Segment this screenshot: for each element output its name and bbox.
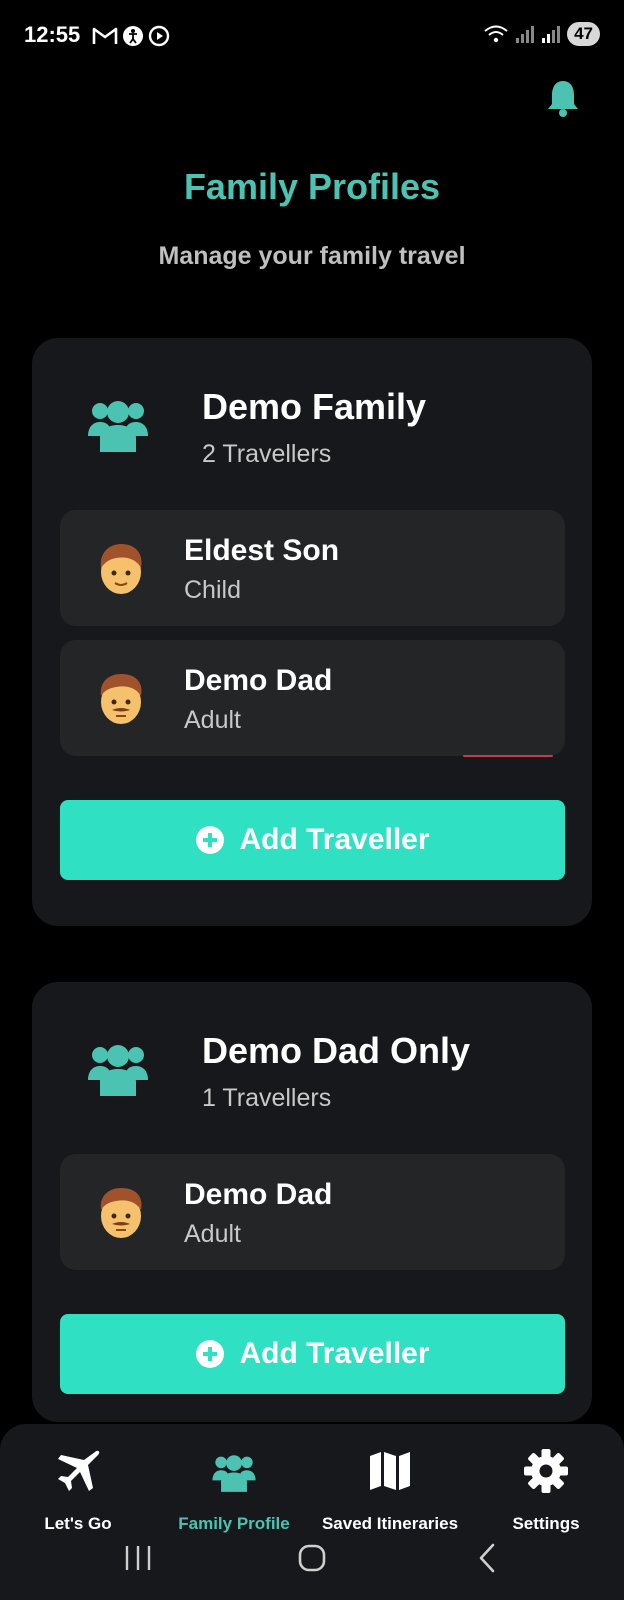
status-notification-icons xyxy=(92,25,170,47)
member-name: Eldest Son xyxy=(184,534,340,567)
plus-circle-icon xyxy=(196,1340,225,1368)
bottom-nav: Let's Go Family Profile Saved Itinerarie… xyxy=(0,1424,624,1600)
family-name: Demo Family xyxy=(202,386,427,427)
add-traveller-button[interactable]: Add Traveller xyxy=(60,800,565,880)
signal-icon xyxy=(516,26,535,43)
home-icon[interactable] xyxy=(292,1538,332,1578)
family-card: Demo Dad Only 1 Travellers Demo Dad Adul… xyxy=(32,982,592,1422)
users-icon xyxy=(88,401,148,452)
users-icon xyxy=(212,1455,256,1492)
member-name: Demo Dad xyxy=(184,1178,333,1211)
add-traveller-button[interactable]: Add Traveller xyxy=(60,1314,565,1394)
bell-icon[interactable] xyxy=(544,78,582,118)
member-row[interactable]: Demo Dad Adult xyxy=(60,1154,565,1270)
family-card: Demo Family 2 Travellers Eldest Son Chil… xyxy=(32,338,592,926)
boy-avatar-icon xyxy=(100,544,142,594)
family-name: Demo Dad Only xyxy=(202,1030,471,1071)
traveller-count: 1 Travellers xyxy=(202,1084,332,1112)
system-nav-bar xyxy=(0,1530,624,1590)
member-row[interactable]: Eldest Son Child xyxy=(60,510,565,626)
member-row-accent xyxy=(463,755,553,757)
back-icon[interactable] xyxy=(468,1538,508,1578)
add-traveller-label: Add Traveller xyxy=(239,823,430,856)
member-role: Adult xyxy=(184,1220,241,1248)
page-subtitle: Manage your family travel xyxy=(158,242,466,270)
gmail-icon xyxy=(92,27,118,44)
page-title: Family Profiles xyxy=(183,166,441,207)
plane-icon xyxy=(58,1450,100,1491)
traveller-count: 2 Travellers xyxy=(202,440,332,468)
man-avatar-icon xyxy=(100,1188,142,1238)
recent-apps-icon[interactable] xyxy=(118,1538,158,1578)
wifi-icon xyxy=(484,25,508,43)
accessibility-icon xyxy=(123,26,143,46)
plus-circle-icon xyxy=(196,826,225,854)
add-traveller-label: Add Traveller xyxy=(239,1337,430,1370)
signal-roaming-icon xyxy=(542,26,561,43)
status-right: 47 xyxy=(483,22,600,46)
member-name: Demo Dad xyxy=(184,664,333,697)
map-icon xyxy=(370,1452,410,1490)
member-row[interactable]: Demo Dad Adult xyxy=(60,640,565,757)
users-icon xyxy=(88,1045,148,1096)
status-time: 12:55 xyxy=(24,22,81,47)
status-bar: 12:55 47 xyxy=(0,0,624,74)
member-role: Adult xyxy=(184,706,241,734)
battery-indicator: 47 xyxy=(567,22,600,46)
member-role: Child xyxy=(184,576,241,604)
media-play-icon xyxy=(148,25,170,47)
gear-icon xyxy=(524,1449,568,1493)
man-avatar-icon xyxy=(100,674,142,724)
